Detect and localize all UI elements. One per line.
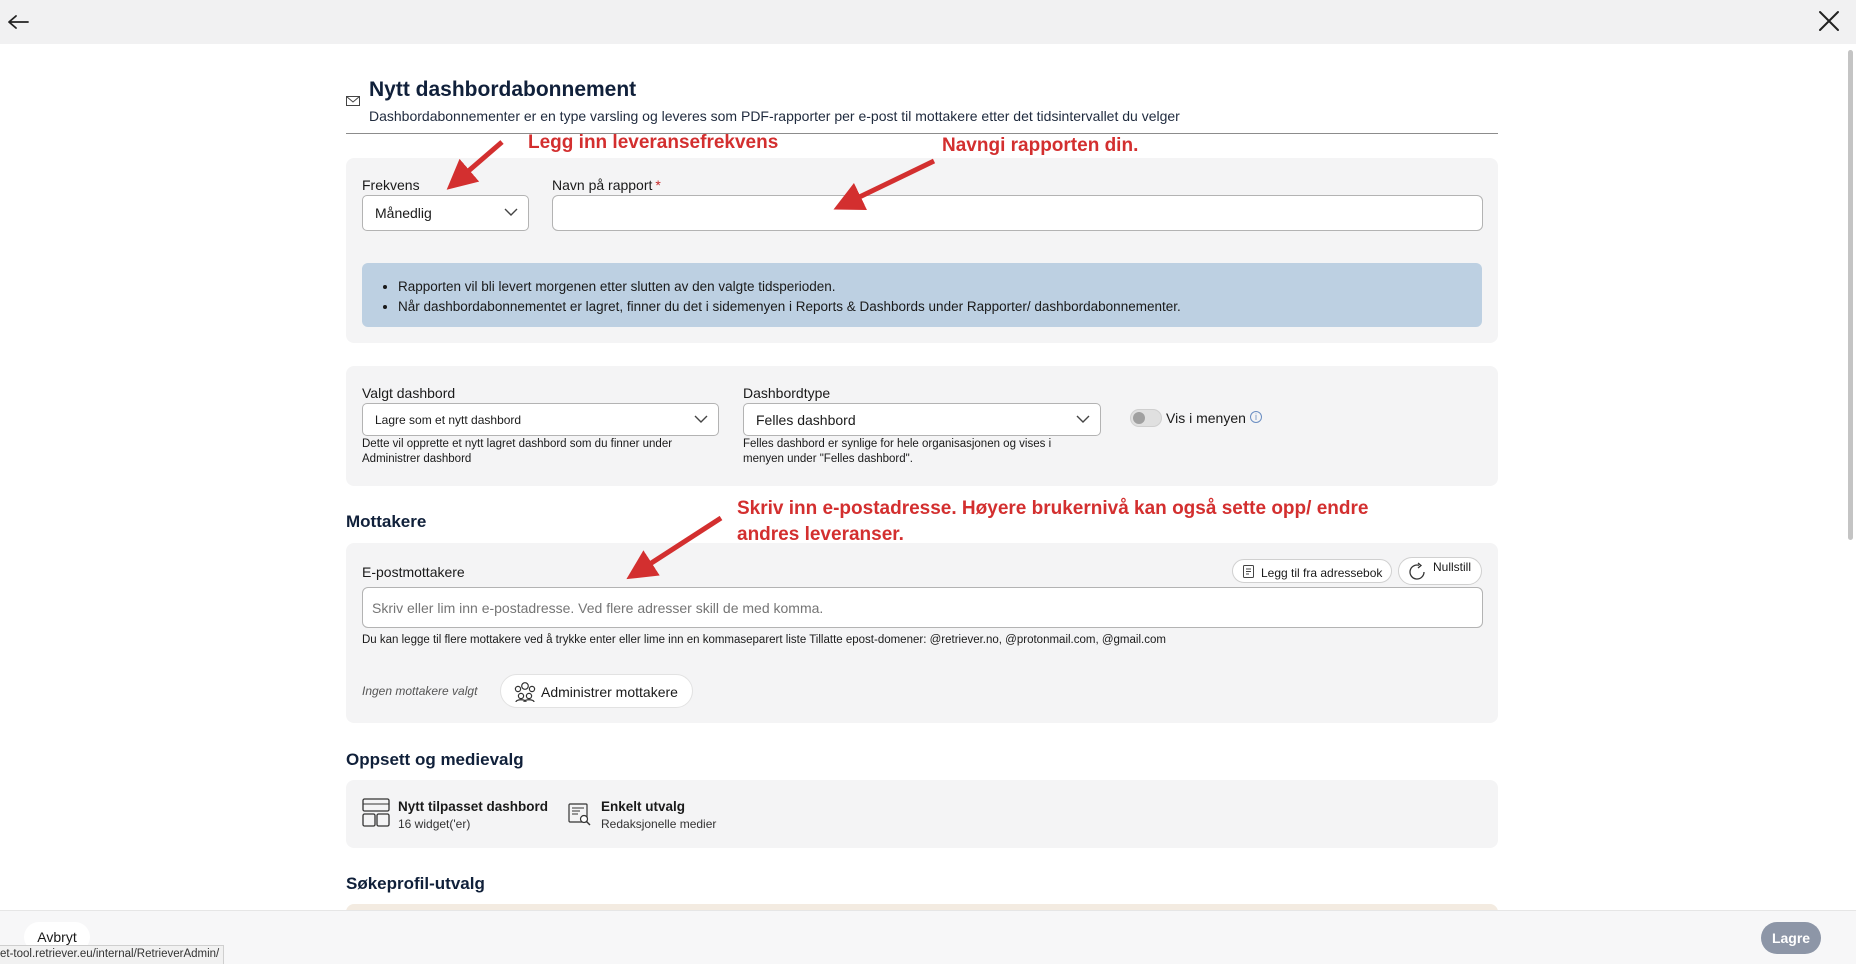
dashboard-label: Valgt dashbord [362, 385, 456, 401]
dashboard-layout-icon [362, 798, 390, 831]
required-mark: * [655, 177, 661, 193]
group-icon [512, 681, 538, 706]
report-name-label-text: Navn på rapport [552, 177, 653, 193]
setup-selection-title: Enkelt utvalg [601, 799, 686, 814]
annotation-name: Navngi rapporten din. [942, 135, 1139, 156]
page-title: Nytt dashbordabonnement [369, 78, 637, 101]
reset-label: Nullstill [1433, 560, 1472, 574]
dashboard-value: Lagre som et nytt dashbord [375, 413, 522, 427]
chevron-down-icon [504, 205, 518, 219]
dashboard-type-value: Felles dashbord [756, 412, 856, 428]
email-recipients-input[interactable] [362, 587, 1483, 628]
page-subtitle: Dashbordabonnementer er en type varsling… [369, 108, 1180, 124]
info-icon[interactable]: i [1250, 411, 1262, 423]
search-document-icon [568, 803, 592, 830]
refresh-icon [1406, 561, 1428, 586]
frequency-select[interactable]: Månedlig [362, 195, 529, 231]
addressbook-icon [1243, 565, 1254, 581]
scrollbar-thumb[interactable] [1848, 50, 1853, 540]
recipients-title: Mottakere [346, 512, 427, 531]
save-button[interactable]: Lagre [1761, 922, 1821, 954]
annotation-email-line2: andres leveranser. [737, 524, 904, 545]
annotation-email: Skriv inn e-postadresse. Høyere brukerni… [737, 496, 1368, 548]
setup-card [346, 780, 1498, 848]
setup-selection-sub: Redaksjonelle medier [601, 817, 717, 831]
frequency-value: Månedlig [375, 205, 432, 221]
status-url: et-tool.retriever.eu/internal/RetrieverA… [0, 945, 225, 964]
mail-icon [346, 94, 360, 106]
manage-recipients-label: Administrer mottakere [541, 684, 678, 700]
chevron-down-icon [1076, 412, 1090, 426]
setup-title: Oppsett og medievalg [346, 750, 524, 769]
info-item: Når dashbordabonnementet er lagret, finn… [398, 297, 1181, 317]
dashboard-select[interactable]: Lagre som et nytt dashbord [362, 403, 719, 436]
dashboard-type-label: Dashbordtype [743, 385, 831, 401]
email-recipients-label: E-postmottakere [362, 564, 465, 580]
add-from-addressbook-label: Legg til fra adressebok [1261, 566, 1383, 580]
info-box: Rapporten vil bli levert morgenen etter … [362, 263, 1482, 327]
frequency-label: Frekvens [362, 177, 420, 193]
show-in-menu-label: Vis i menyen [1166, 410, 1246, 426]
annotation-frequency: Legg inn leveransefrekvens [528, 132, 779, 153]
show-in-menu-toggle[interactable] [1130, 409, 1162, 427]
info-item: Rapporten vil bli levert morgenen etter … [398, 277, 1181, 297]
dashboard-helper: Dette vil opprette et nytt lagret dashbo… [362, 438, 673, 465]
back-arrow-icon[interactable] [6, 12, 30, 32]
report-name-label: Navn på rapport * [552, 177, 661, 193]
reset-button[interactable]: Nullstill [1398, 557, 1482, 585]
footer-bar [0, 910, 1856, 964]
search-profile-title: Søkeprofil-utvalg [346, 874, 485, 893]
add-from-addressbook-button[interactable]: Legg til fra adressebok [1232, 559, 1392, 583]
page-header: Nytt dashbordabonnement Dashbordabonneme… [346, 76, 1498, 134]
no-recipients-text: Ingen mottakere valgt [362, 684, 478, 698]
setup-dashboard-sub: 16 widget('er) [398, 817, 471, 831]
manage-recipients-button[interactable]: Administrer mottakere [500, 674, 693, 708]
report-name-input[interactable] [552, 195, 1483, 231]
annotation-email-line1: Skriv inn e-postadresse. Høyere brukerni… [737, 498, 1369, 519]
chevron-down-icon [694, 412, 708, 426]
setup-dashboard-title: Nytt tilpasset dashbord [398, 799, 549, 814]
email-helper: Du kan legge til flere mottakere ved å t… [362, 634, 1166, 646]
dashboard-type-helper: Felles dashbord er synlige for hele orga… [743, 438, 1052, 465]
close-icon[interactable] [1816, 8, 1842, 34]
toggle-knob [1133, 412, 1145, 424]
top-bar [0, 0, 1856, 44]
dashboard-type-select[interactable]: Felles dashbord [743, 403, 1101, 436]
